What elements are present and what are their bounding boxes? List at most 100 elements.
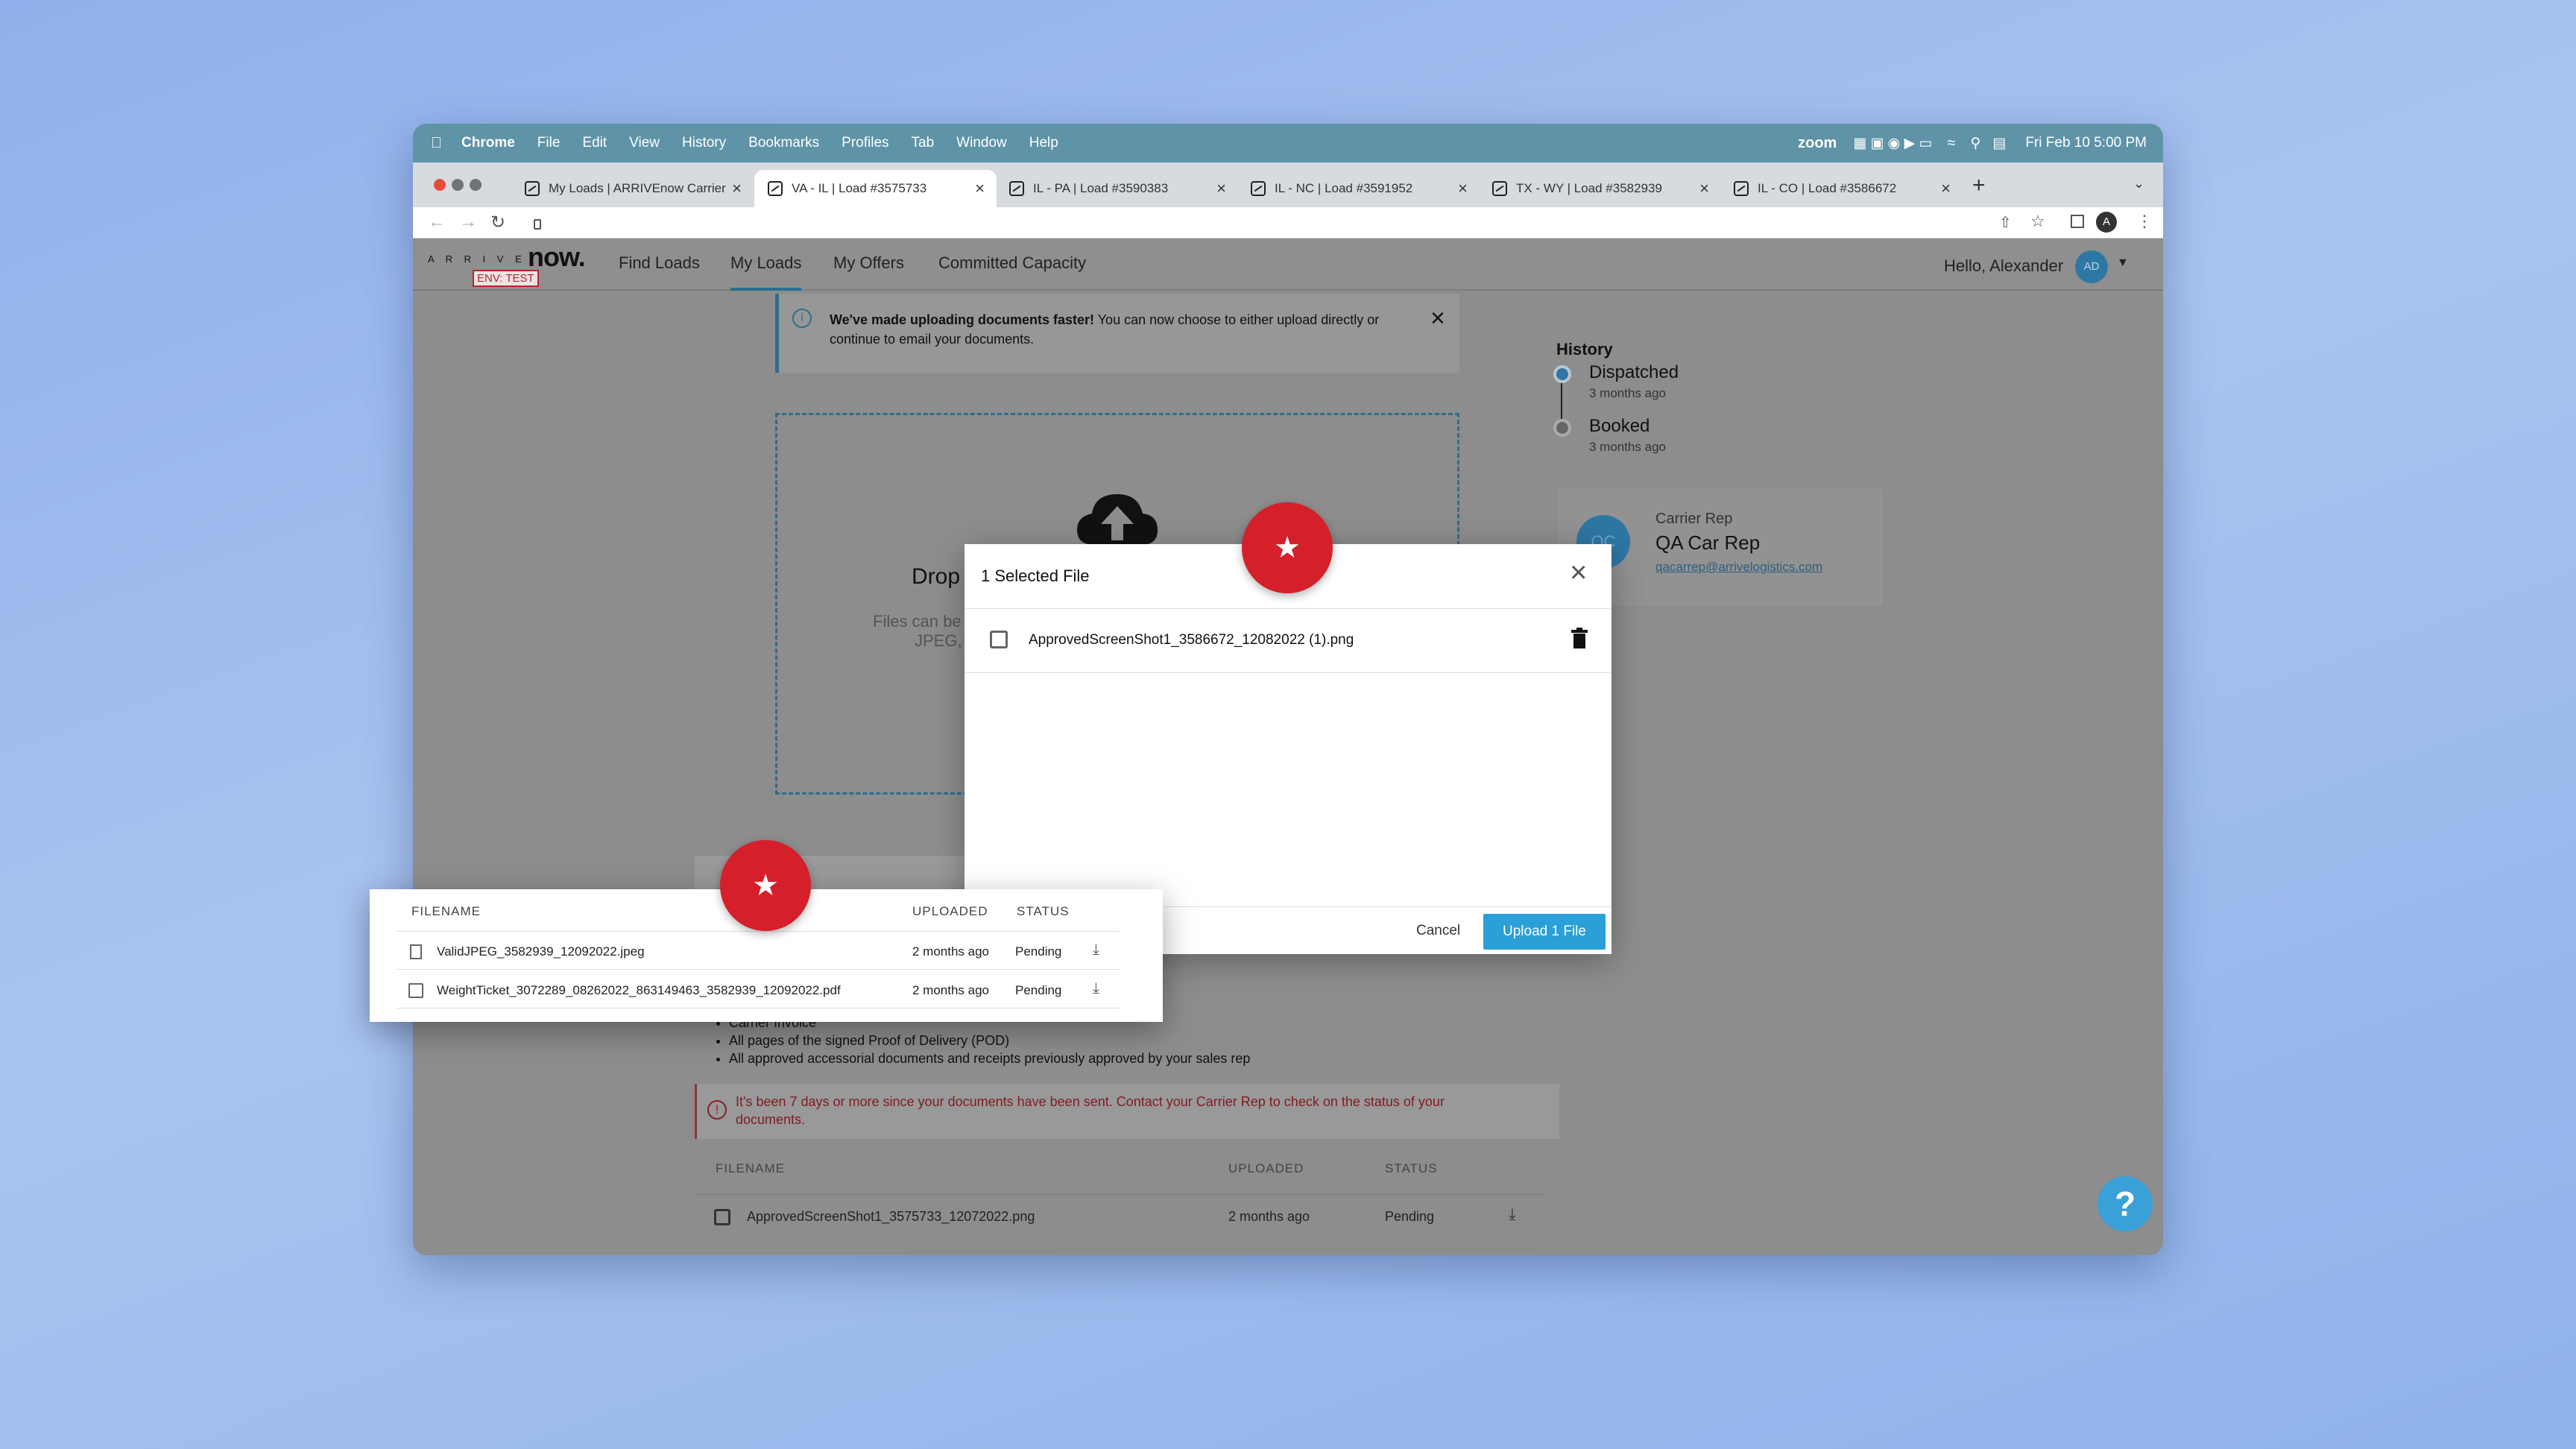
tab-load-3586672[interactable]: IL - CO | Load #3586672 × <box>1720 170 1963 207</box>
menu-app[interactable]: Chrome <box>461 135 515 151</box>
apple-icon[interactable]:  <box>431 135 442 152</box>
menu-view[interactable]: View <box>629 135 660 151</box>
history-title: History <box>1556 340 1613 359</box>
popup-header-status: STATUS <box>1017 904 1070 918</box>
tab-load-3591952[interactable]: IL - NC | Load #3591952 × <box>1237 170 1480 207</box>
nav-committed-capacity[interactable]: Committed Capacity <box>938 239 1086 291</box>
new-tab-button[interactable]: + <box>1972 173 1986 198</box>
rep-email-link[interactable]: qacarrep@arrivelogistics.com <box>1655 560 1822 575</box>
cancel-button[interactable]: Cancel <box>1416 923 1460 939</box>
more-menu-icon[interactable]: ⋮ <box>2136 212 2153 231</box>
selected-file-name: ApprovedScreenShot1_3586672_12082022 (1)… <box>1029 632 1354 648</box>
arrive-favicon-icon <box>1734 181 1749 196</box>
trash-icon[interactable] <box>1571 628 1588 648</box>
menu-edit[interactable]: Edit <box>582 135 607 151</box>
menu-profiles[interactable]: Profiles <box>842 135 888 151</box>
control-center-icon[interactable]: ▤ <box>1992 135 2006 152</box>
arrive-favicon-icon <box>768 181 783 196</box>
tab-my-loads[interactable]: My Loads | ARRIVEnow Carrier × <box>511 170 754 207</box>
reload-icon[interactable]: ↻ <box>490 212 505 233</box>
nav-my-loads[interactable]: My Loads <box>730 239 802 291</box>
popup-status: Pending <box>1015 983 1062 997</box>
url-field[interactable] <box>555 212 1971 234</box>
menu-help[interactable]: Help <box>1029 135 1058 151</box>
table-row: ValidJPEG_3582939_12092022.jpeg 2 months… <box>397 932 1120 970</box>
upload-button[interactable]: Upload 1 File <box>1483 914 1606 950</box>
menu-window[interactable]: Window <box>956 135 1007 151</box>
help-button[interactable]: ? <box>2097 1176 2153 1231</box>
close-icon[interactable]: × <box>1430 304 1445 333</box>
image-file-icon <box>714 1209 730 1225</box>
popup-filename: WeightTicket_3072289_08262022_863149463_… <box>437 983 841 997</box>
tab-load-3590383[interactable]: IL - PA | Load #3590383 × <box>996 170 1238 207</box>
history-dot-booked <box>1553 419 1571 437</box>
popup-divider <box>397 931 1120 932</box>
side-panel-icon[interactable] <box>2071 215 2084 228</box>
tab-title: IL - PA | Load #3590383 <box>1033 181 1169 195</box>
menu-tab[interactable]: Tab <box>912 135 935 151</box>
cloud-upload-icon <box>1077 494 1158 545</box>
wifi-icon[interactable]: ≈ <box>1948 135 1956 152</box>
zoom-status-icon[interactable]: zoom <box>1798 135 1837 152</box>
menu-history[interactable]: History <box>682 135 726 151</box>
popup-status: Pending <box>1015 944 1062 959</box>
tab-title: VA - IL | Load #3575733 <box>792 181 927 195</box>
notice-bold: We've made uploading documents faster! <box>830 312 1095 327</box>
table-row: ApprovedScreenShot1_3575733_12072022.png… <box>695 1196 1544 1237</box>
spotlight-icon[interactable]: ⚲ <box>1971 135 1981 152</box>
back-arrow-icon[interactable]: ← <box>428 212 446 233</box>
info-icon: i <box>792 309 812 328</box>
docs-header-uploaded: UPLOADED <box>1228 1161 1304 1175</box>
close-tab-icon[interactable]: × <box>1941 179 1951 198</box>
close-icon[interactable]: × <box>1570 558 1587 587</box>
arrive-favicon-icon <box>1492 181 1507 196</box>
share-icon[interactable]: ⇧ <box>1999 213 2012 232</box>
close-tab-icon[interactable]: × <box>732 179 742 198</box>
doc-uploaded: 2 months ago <box>1228 1209 1310 1224</box>
bookmark-star-icon[interactable]: ☆ <box>2030 212 2045 231</box>
nav-my-offers[interactable]: My Offers <box>833 239 904 291</box>
forward-arrow-icon[interactable]: → <box>459 212 477 233</box>
tab-title: IL - CO | Load #3586672 <box>1758 181 1897 195</box>
requirement-item: All pages of the signed Proof of Deliver… <box>729 1032 1250 1049</box>
minimize-window-button[interactable] <box>452 179 464 191</box>
logo-arrive[interactable]: A R R I V E <box>428 253 526 265</box>
tab-load-3582939[interactable]: TX - WY | Load #3582939 × <box>1479 170 1721 207</box>
user-menu-caret-icon[interactable]: ▼ <box>2117 256 2129 270</box>
tab-title: TX - WY | Load #3582939 <box>1516 181 1662 195</box>
user-avatar[interactable]: AD <box>2075 250 2108 283</box>
docs-header-status: STATUS <box>1385 1161 1438 1175</box>
menu-bookmarks[interactable]: Bookmarks <box>748 135 819 151</box>
modal-title: 1 Selected File <box>981 566 1090 585</box>
close-tab-icon[interactable]: × <box>1699 179 1709 198</box>
download-icon[interactable]: ⤓ <box>1093 941 1099 959</box>
menu-file[interactable]: File <box>537 135 561 151</box>
modal-divider <box>965 672 1611 673</box>
download-icon[interactable]: ⤓ <box>1509 1205 1516 1224</box>
tab-load-3575733[interactable]: VA - IL | Load #3575733 × <box>754 170 997 207</box>
logo-now[interactable]: now. <box>528 242 586 273</box>
history-time-dispatched: 3 months ago <box>1589 386 1667 400</box>
app-header: A R R I V E now. ENV: TEST Find Loads My… <box>413 239 2163 291</box>
dropzone-hint: Files can be <box>873 612 962 631</box>
star-marker-icon: ★ <box>720 840 811 931</box>
modal-divider <box>965 608 1611 609</box>
close-tab-icon[interactable]: × <box>975 179 985 198</box>
tab-search-chevron-icon[interactable]: ⌄ <box>2133 176 2144 192</box>
zoom-window-button[interactable] <box>470 179 482 191</box>
download-icon[interactable]: ⤓ <box>1093 980 1099 997</box>
close-tab-icon[interactable]: × <box>1216 179 1226 198</box>
alert-icon: ! <box>707 1100 727 1120</box>
popup-uploaded: 2 months ago <box>912 983 990 997</box>
star-marker-icon: ★ <box>1242 502 1333 593</box>
profile-avatar[interactable]: A <box>2096 212 2117 233</box>
table-row: WeightTicket_3072289_08262022_863149463_… <box>397 971 1120 1008</box>
nav-find-loads[interactable]: Find Loads <box>619 239 700 291</box>
popup-filename: ValidJPEG_3582939_12092022.jpeg <box>437 944 645 959</box>
close-window-button[interactable] <box>434 179 446 191</box>
dropzone-title: Drop <box>912 564 961 589</box>
close-tab-icon[interactable]: × <box>1458 179 1468 198</box>
image-file-icon <box>990 631 1008 648</box>
popup-header-filename: FILENAME <box>411 904 482 918</box>
tab-strip: My Loads | ARRIVEnow Carrier × VA - IL | … <box>413 162 2163 207</box>
